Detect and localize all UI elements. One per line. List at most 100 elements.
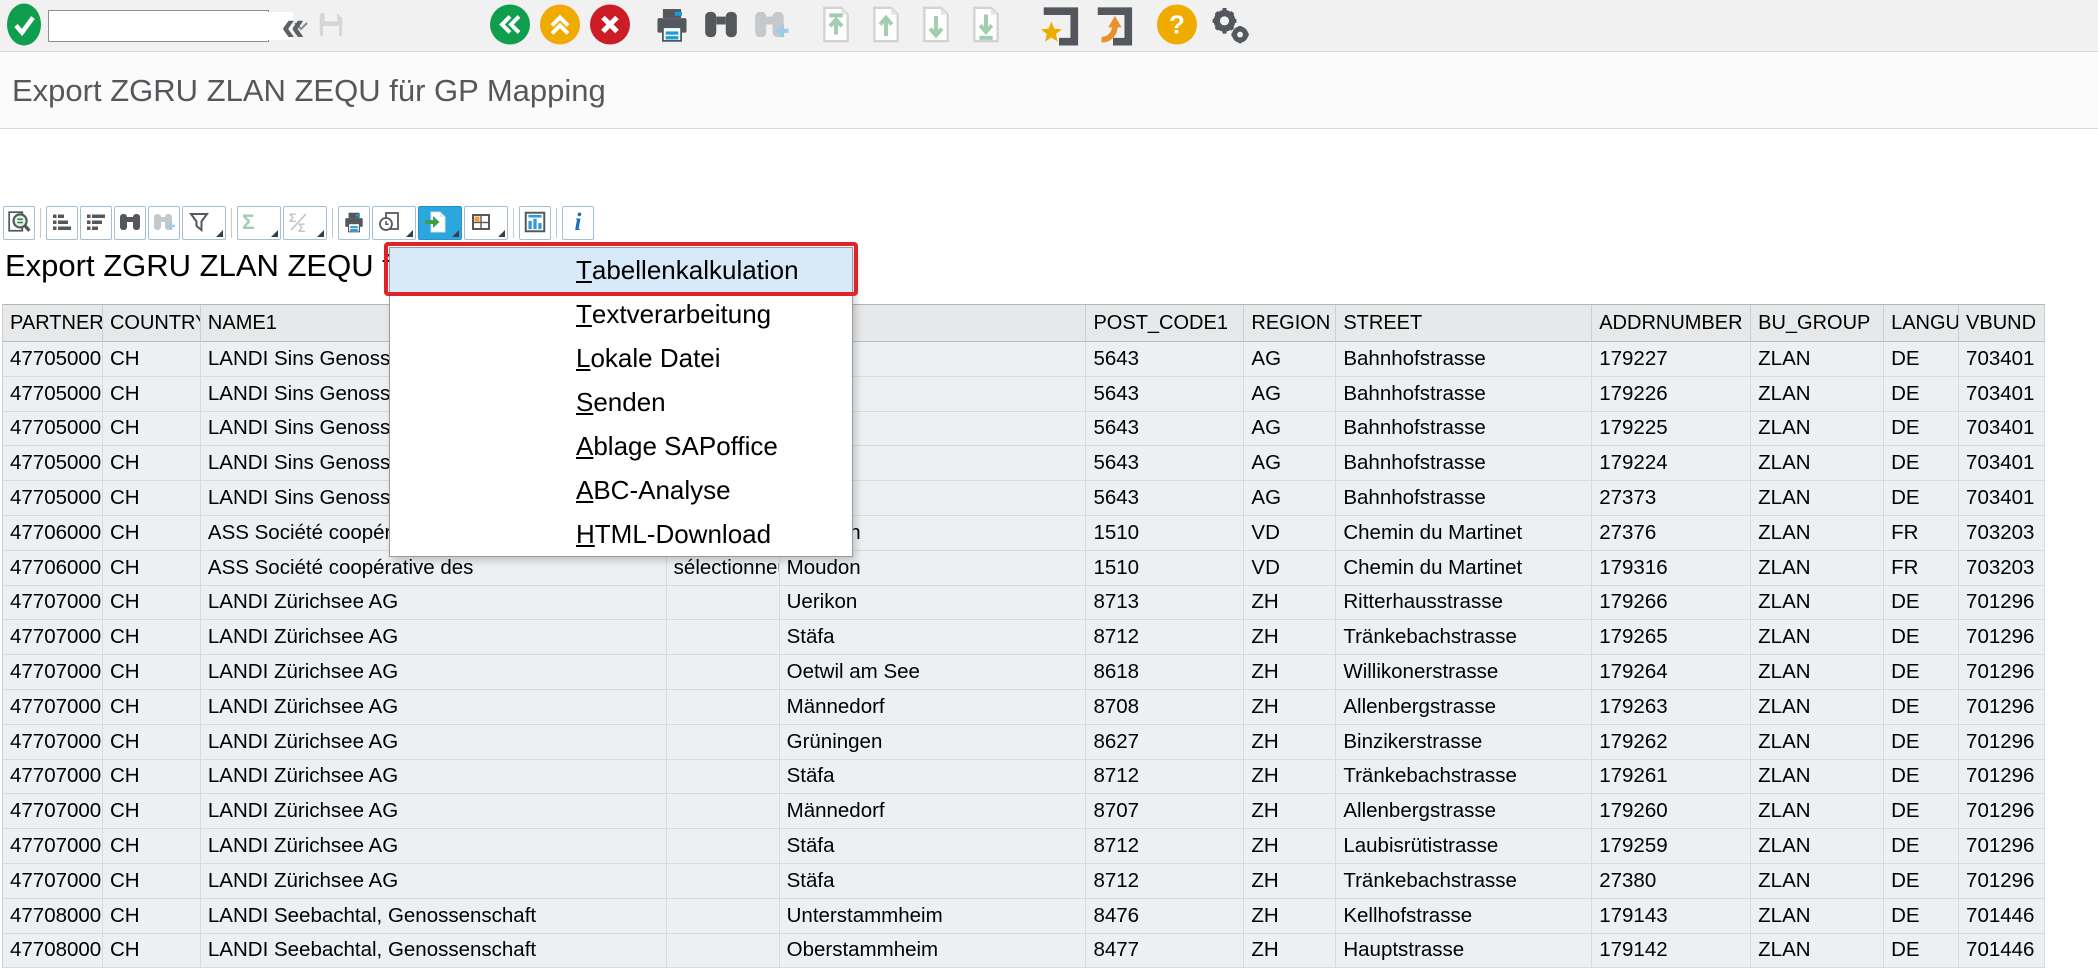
- table-row[interactable]: 47705000CHLANDI Sins GenossenschaftSins5…: [3, 481, 2045, 516]
- table-cell: [667, 934, 780, 968]
- table-cell: CH: [103, 377, 201, 412]
- sort-descending-button[interactable]: [80, 206, 112, 240]
- column-header-partner[interactable]: PARTNER: [3, 305, 103, 342]
- table-cell: 27380: [1592, 864, 1751, 899]
- table-cell: CH: [103, 342, 201, 377]
- table-row[interactable]: 47705000CHLANDI Sins GenossenschaftSins5…: [3, 446, 2045, 481]
- table-row[interactable]: 47706000CHASS Société coopérative dessél…: [3, 516, 2045, 551]
- first-page-icon: [818, 4, 854, 47]
- table-cell: ZLAN: [1751, 516, 1884, 551]
- table-cell: 1510: [1086, 516, 1244, 551]
- table-row[interactable]: 47707000CHLANDI Zürichsee AGUerikon8713Z…: [3, 586, 2045, 621]
- enter-button[interactable]: [6, 2, 42, 49]
- table-cell: VD: [1244, 551, 1336, 586]
- menu-item-senden[interactable]: Senden: [390, 380, 852, 424]
- sum-button[interactable]: [237, 206, 281, 240]
- next-page-icon: [918, 4, 954, 47]
- table-row[interactable]: 47708000CHLANDI Seebachtal, Genossenscha…: [3, 899, 2045, 934]
- table-row[interactable]: 47706000CHASS Société coopérative dessél…: [3, 551, 2045, 586]
- find-next-icon: [152, 212, 176, 235]
- menu-item-ablage-sapoffice[interactable]: Ablage SAPoffice: [390, 424, 852, 468]
- table-cell: 47707000: [3, 620, 103, 655]
- subtotals-icon: ΣΣ: [288, 211, 310, 236]
- table-cell: ZH: [1244, 655, 1336, 690]
- find-icon: [118, 212, 142, 235]
- menu-item-tabellenkalkulation[interactable]: Tabellenkalkulation: [390, 248, 852, 292]
- table-cell: ZLAN: [1751, 794, 1884, 829]
- menu-item-html-download[interactable]: HTML-Download: [390, 512, 852, 556]
- find-next-button-alv[interactable]: [148, 206, 180, 240]
- table-row[interactable]: 47707000CHLANDI Zürichsee AGStäfa8712ZHT…: [3, 864, 2045, 899]
- table-cell: 701296: [1959, 655, 2045, 690]
- table-row[interactable]: 47705000CHLANDI Sins GenossenschaftSins5…: [3, 412, 2045, 447]
- table-row[interactable]: 47707000CHLANDI Zürichsee AGMännedorf870…: [3, 794, 2045, 829]
- command-input[interactable]: [49, 12, 293, 40]
- table-row[interactable]: 47707000CHLANDI Zürichsee AGGrüningen862…: [3, 725, 2045, 760]
- details-icon: [7, 210, 31, 237]
- graphic-button[interactable]: [519, 206, 551, 240]
- column-header-street[interactable]: STREET: [1336, 305, 1592, 342]
- views-button[interactable]: [372, 206, 416, 240]
- sort-ascending-button[interactable]: [46, 206, 78, 240]
- customize-layout-button[interactable]: [1208, 2, 1252, 49]
- export-menu: TabellenkalkulationTextverarbeitungLokal…: [389, 247, 853, 557]
- table-row[interactable]: 47707000CHLANDI Zürichsee AGStäfa8712ZHT…: [3, 760, 2045, 795]
- table-row[interactable]: 47707000CHLANDI Zürichsee AGMännedorf870…: [3, 690, 2045, 725]
- info-button[interactable]: [562, 206, 594, 240]
- table-cell: LANDI Zürichsee AG: [201, 620, 667, 655]
- find-next-button[interactable]: [752, 6, 790, 45]
- table-row[interactable]: 47705000CHLANDI Sins GenossenschaftSins5…: [3, 342, 2045, 377]
- table-cell: 703203: [1959, 516, 2045, 551]
- column-header-post_code1[interactable]: POST_CODE1: [1086, 305, 1244, 342]
- export-button[interactable]: [418, 206, 462, 240]
- filter-button[interactable]: [182, 206, 226, 240]
- menu-item-lokale-datei[interactable]: Lokale Datei: [390, 336, 852, 380]
- column-header-bu_group[interactable]: BU_GROUP: [1751, 305, 1884, 342]
- create-shortcut-button[interactable]: [1038, 3, 1080, 48]
- back-button[interactable]: [489, 3, 531, 48]
- collapse-toolbar-button[interactable]: [276, 5, 310, 47]
- help-button[interactable]: ?: [1156, 3, 1198, 48]
- table-row[interactable]: 47707000CHLANDI Zürichsee AGOetwil am Se…: [3, 655, 2045, 690]
- table-row[interactable]: 47708000CHLANDI Seebachtal, Genossenscha…: [3, 934, 2045, 968]
- cancel-button[interactable]: [589, 3, 631, 48]
- table-cell: ZH: [1244, 760, 1336, 795]
- column-header-region[interactable]: REGION: [1244, 305, 1336, 342]
- print-button-alv[interactable]: [338, 206, 370, 240]
- toolbar-separator: [231, 208, 232, 238]
- table-cell: CH: [103, 725, 201, 760]
- column-header-addrnumber[interactable]: ADDRNUMBER: [1592, 305, 1751, 342]
- toolbar-separator: [40, 208, 41, 238]
- print-button[interactable]: [652, 4, 692, 47]
- find-button[interactable]: [702, 6, 740, 45]
- table-cell: 703401: [1959, 412, 2045, 447]
- table-cell: 5643: [1086, 377, 1244, 412]
- details-button[interactable]: [3, 206, 35, 240]
- first-page-button[interactable]: [818, 4, 854, 47]
- table-row[interactable]: 47707000CHLANDI Zürichsee AGStäfa8712ZHT…: [3, 620, 2045, 655]
- table-cell: 47705000: [3, 377, 103, 412]
- table-row[interactable]: 47705000CHLANDI Sins GenossenschaftSins5…: [3, 377, 2045, 412]
- column-header-country[interactable]: COUNTRY: [103, 305, 201, 342]
- find-button-alv[interactable]: [114, 206, 146, 240]
- table-cell: LANDI Zürichsee AG: [201, 794, 667, 829]
- exit-button[interactable]: [539, 3, 581, 48]
- table-row[interactable]: 47707000CHLANDI Zürichsee AGStäfa8712ZHL…: [3, 829, 2045, 864]
- new-session-button[interactable]: [1092, 3, 1134, 48]
- table-cell: [667, 760, 780, 795]
- choose-layout-button[interactable]: [464, 206, 508, 240]
- table-cell: ZH: [1244, 794, 1336, 829]
- menu-item-abc-analyse[interactable]: ABC-Analyse: [390, 468, 852, 512]
- next-page-button[interactable]: [918, 4, 954, 47]
- save-button[interactable]: [312, 8, 350, 43]
- subtotals-button[interactable]: ΣΣ: [283, 206, 327, 240]
- toolbar-separator: [556, 208, 557, 238]
- column-header-vbund[interactable]: VBUND: [1959, 305, 2045, 342]
- table-cell: Stäfa: [780, 760, 1087, 795]
- menu-item-textverarbeitung[interactable]: Textverarbeitung: [390, 292, 852, 336]
- svg-text:Σ: Σ: [289, 211, 296, 225]
- last-page-button[interactable]: [968, 4, 1004, 47]
- previous-page-button[interactable]: [868, 4, 904, 47]
- column-header-langu[interactable]: LANGU: [1884, 305, 1959, 342]
- info-icon: [575, 209, 582, 237]
